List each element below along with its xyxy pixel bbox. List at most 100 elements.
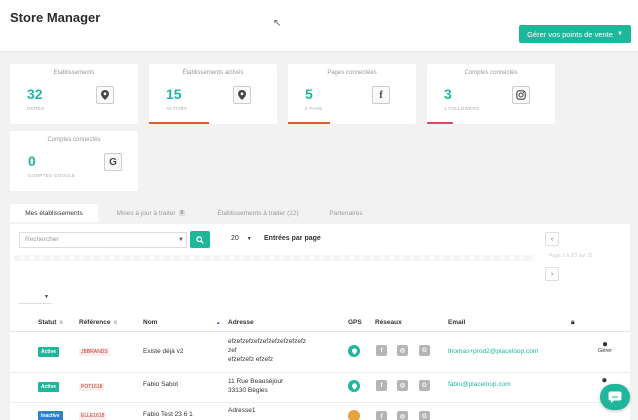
entries-label: Entrées par page (264, 235, 321, 242)
tab-label: Établissements à traiter (12) (217, 209, 299, 217)
reference-badge: JBBRANDS (79, 348, 110, 356)
stat-title: Etablissements (53, 70, 95, 76)
manage-button[interactable]: ⬢ Gérer (598, 342, 612, 354)
location-pin-icon (233, 86, 251, 104)
cube-icon[interactable]: ⬢ (602, 378, 607, 384)
stat-value: 5 (305, 86, 313, 102)
tab-label: Mises à jour à traiter (116, 209, 176, 217)
stat-title: Établissements activés (182, 70, 244, 76)
table-row[interactable]: Active JBBRANDS Existe déjà v2 efzefzefz… (10, 333, 630, 373)
location-address: 11 Rue Beauséjour 33130 Bègles (228, 378, 284, 394)
location-name: Fabio Sabot (143, 381, 179, 388)
location-address: Adresse1 (228, 407, 256, 414)
progress-bar (288, 122, 330, 124)
tab-partners[interactable]: Partenaires (320, 204, 372, 222)
stat-card-google: Comptes connectés 0 COMPTES GOOGLE G (10, 131, 138, 191)
pager-text: Page 1 à 2/3 sur 32 (549, 253, 593, 259)
chevron-down-icon: ▼ (44, 294, 49, 300)
manage-locations-label: Gérer vos points de vente (527, 29, 613, 39)
tab-label: Mes établissements (25, 209, 83, 217)
stat-title: Pages connectées (327, 70, 377, 76)
tab-badge: 0 (178, 210, 186, 216)
tab-to-process[interactable]: Établissements à traiter (12) (206, 204, 310, 222)
reference-badge: ELLE1618 (79, 412, 107, 420)
stat-value: 32 (27, 86, 43, 102)
email-link[interactable]: thomas+prod2@placeloop.com (448, 348, 538, 355)
instagram-icon[interactable]: ◎ (397, 345, 408, 356)
page-title: Store Manager (10, 10, 101, 25)
col-reference[interactable]: Référence ⇅ (79, 319, 117, 326)
table-row[interactable]: Active POT1618 Fabio Sabot 11 Rue Beausé… (10, 373, 630, 403)
entries-per-page-select[interactable]: 20 ▼ (226, 233, 262, 246)
reference-badge: POT1618 (79, 383, 105, 391)
next-page-button[interactable]: › (545, 267, 559, 281)
progress-bar (149, 122, 209, 124)
stat-card-accounts: Comptes connectés 3 1 FOLLOWERS (427, 64, 555, 124)
stat-sub: 1 FOLLOWERS (444, 106, 480, 111)
mouse-cursor-icon: ↖ (273, 18, 282, 29)
facebook-icon[interactable]: f (376, 411, 387, 420)
status-filter-select[interactable]: ▼ (19, 291, 52, 304)
tab-my-locations[interactable]: Mes établissements (10, 204, 98, 222)
col-address[interactable]: Adresse (228, 319, 254, 326)
facebook-icon[interactable]: f (376, 380, 387, 391)
chat-icon (608, 391, 622, 403)
lock-icon: 🔒︎ (571, 319, 575, 326)
stat-sub: COMPTES GOOGLE (28, 173, 76, 178)
table-row[interactable]: Inactive ELLE1618 Fabio Test 23 6 1 Adre… (10, 404, 630, 420)
search-button[interactable] (190, 231, 210, 248)
chat-button[interactable] (600, 384, 630, 410)
status-badge: Inactive (38, 411, 63, 420)
stat-sub: GÉRÉS (27, 106, 45, 111)
instagram-icon[interactable]: ◎ (397, 411, 408, 420)
loading-strip (14, 255, 534, 261)
stat-card-activated: Établissements activés 15 ACTIVÉS (149, 64, 277, 124)
location-name: Existe déjà v2 (143, 348, 184, 355)
top-bar: Store Manager ↖ Gérer vos points de vent… (0, 0, 638, 52)
facebook-icon[interactable]: f (376, 345, 387, 356)
search-placeholder: Rechercher (25, 236, 59, 243)
col-email[interactable]: Email (448, 319, 465, 326)
location-pin-icon (96, 86, 114, 104)
col-networks[interactable]: Réseaux (375, 319, 402, 326)
stat-title: Comptes connectés (464, 70, 518, 76)
tabs: Mes établissements Mises à jour à traite… (10, 204, 630, 226)
stat-sub: 5 FANS (305, 106, 323, 111)
email-link[interactable]: fabio@placeloop.com (448, 381, 511, 388)
tab-label: Partenaires (329, 209, 363, 217)
table-header: Statut ⇅ Référence ⇅ Nom ▲ Adresse GPS Rés… (10, 314, 630, 332)
gps-pin-icon[interactable] (348, 380, 360, 392)
instagram-icon (512, 86, 530, 104)
location-name: Fabio Test 23 6 1 (143, 411, 193, 418)
caret-down-icon: ▼ (616, 31, 623, 37)
status-badge: Active (38, 382, 60, 392)
gps-pin-icon[interactable] (348, 345, 360, 357)
gps-pin-icon[interactable] (348, 410, 360, 420)
stat-value: 15 (166, 86, 182, 102)
stat-card-pages: Pages connectées 5 5 FANS f (288, 64, 416, 124)
progress-bar (427, 122, 453, 124)
stat-value: 3 (444, 86, 452, 102)
entries-value: 20 (231, 235, 239, 242)
manage-locations-button[interactable]: Gérer vos points de vente ▼ (519, 25, 631, 43)
col-status[interactable]: Statut ⇅ (38, 319, 63, 326)
stat-title: Comptes connectés (47, 137, 101, 143)
tab-updates[interactable]: Mises à jour à traiter 0 (108, 204, 194, 222)
search-input[interactable]: Rechercher (19, 232, 187, 248)
manage-label: Gérer (598, 348, 613, 354)
stat-value: 0 (28, 153, 36, 169)
status-badge: Active (38, 347, 60, 357)
facebook-icon: f (372, 86, 390, 104)
google-icon[interactable]: G (419, 345, 430, 356)
col-gps[interactable]: GPS (348, 319, 362, 326)
chevron-down-icon[interactable]: ▼ (178, 237, 184, 243)
sort-asc-icon: ▲ (216, 320, 221, 325)
stat-card-locations: Etablissements 32 GÉRÉS (10, 64, 138, 124)
google-icon[interactable]: G (419, 411, 430, 420)
google-icon: G (104, 153, 122, 171)
col-name[interactable]: Nom (143, 319, 157, 326)
prev-page-button[interactable]: ‹ (545, 232, 559, 246)
instagram-icon[interactable]: ◎ (397, 380, 408, 391)
google-icon[interactable]: G (419, 380, 430, 391)
stat-sub: ACTIVÉS (166, 106, 188, 111)
